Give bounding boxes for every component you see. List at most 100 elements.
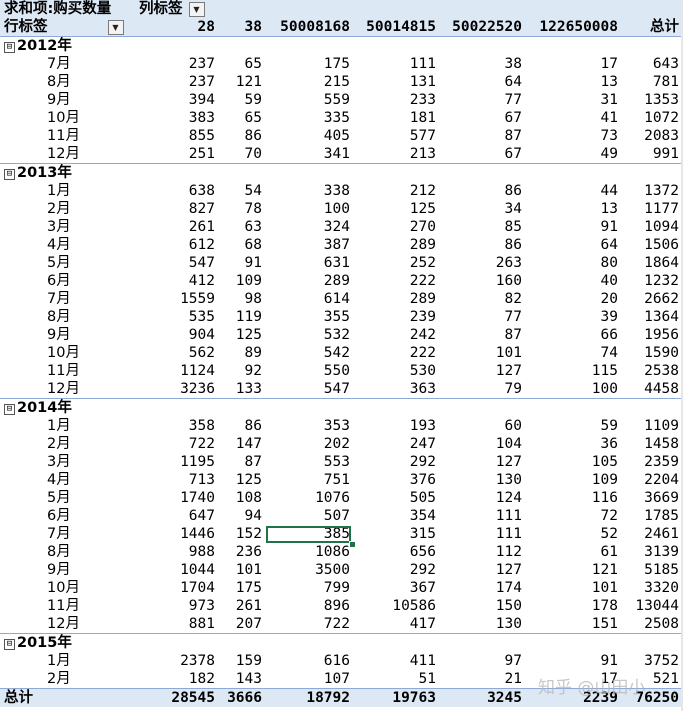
data-cell[interactable]: 263 [440,254,526,272]
data-cell[interactable]: 385 [266,525,354,543]
data-cell[interactable]: 547 [135,254,219,272]
data-cell[interactable]: 10586 [354,597,440,615]
data-cell[interactable]: 505 [354,489,440,507]
data-cell[interactable]: 3500 [266,561,354,579]
data-cell[interactable]: 131 [354,73,440,91]
month-label[interactable]: 10月 [0,344,135,362]
data-cell[interactable]: 530 [354,362,440,380]
data-cell[interactable]: 127 [440,453,526,471]
row-total-cell[interactable]: 1109 [622,417,683,435]
month-label[interactable]: 8月 [0,543,135,561]
data-cell[interactable]: 20 [526,290,622,308]
data-cell[interactable]: 72 [526,507,622,525]
grand-total-cell[interactable]: 18792 [266,688,354,707]
data-cell[interactable]: 51 [354,670,440,689]
data-cell[interactable]: 559 [266,91,354,109]
data-cell[interactable]: 17 [526,55,622,73]
data-cell[interactable]: 289 [354,236,440,254]
data-cell[interactable]: 1446 [135,525,219,543]
data-cell[interactable]: 363 [354,380,440,399]
data-cell[interactable]: 92 [219,362,266,380]
data-cell[interactable]: 535 [135,308,219,326]
collapse-toggle-icon[interactable]: ⊟ [4,404,15,415]
row-total-cell[interactable]: 2083 [622,127,683,145]
data-cell[interactable]: 150 [440,597,526,615]
data-cell[interactable]: 125 [219,471,266,489]
row-total-cell[interactable]: 1232 [622,272,683,290]
data-cell[interactable]: 13 [526,200,622,218]
data-cell[interactable]: 101 [440,344,526,362]
data-cell[interactable]: 108 [219,489,266,507]
data-cell[interactable]: 112 [440,543,526,561]
data-cell[interactable]: 358 [135,417,219,435]
row-total-cell[interactable]: 1785 [622,507,683,525]
row-total-cell[interactable]: 1864 [622,254,683,272]
data-cell[interactable]: 77 [440,91,526,109]
data-cell[interactable]: 97 [440,652,526,670]
row-total-cell[interactable]: 3669 [622,489,683,507]
row-total-cell[interactable]: 643 [622,55,683,73]
month-label[interactable]: 3月 [0,218,135,236]
data-cell[interactable]: 109 [526,471,622,489]
data-cell[interactable]: 94 [219,507,266,525]
data-cell[interactable]: 60 [440,417,526,435]
data-cell[interactable]: 36 [526,435,622,453]
month-label[interactable]: 12月 [0,615,135,634]
data-cell[interactable]: 252 [354,254,440,272]
data-cell[interactable]: 77 [440,308,526,326]
data-cell[interactable]: 207 [219,615,266,634]
column-header-cell[interactable]: 122650008 [526,18,622,37]
data-cell[interactable]: 1195 [135,453,219,471]
month-label[interactable]: 7月 [0,290,135,308]
data-cell[interactable]: 988 [135,543,219,561]
data-cell[interactable]: 86 [440,182,526,200]
data-cell[interactable]: 178 [526,597,622,615]
data-cell[interactable]: 289 [266,272,354,290]
month-label[interactable]: 12月 [0,380,135,399]
row-total-cell[interactable]: 1072 [622,109,683,127]
data-cell[interactable]: 2378 [135,652,219,670]
data-cell[interactable]: 133 [219,380,266,399]
data-cell[interactable]: 85 [440,218,526,236]
data-cell[interactable]: 215 [266,73,354,91]
data-cell[interactable]: 612 [135,236,219,254]
data-cell[interactable]: 59 [219,91,266,109]
data-cell[interactable]: 68 [219,236,266,254]
data-cell[interactable]: 1559 [135,290,219,308]
data-cell[interactable]: 507 [266,507,354,525]
data-cell[interactable]: 143 [219,670,266,689]
row-total-cell[interactable]: 1372 [622,182,683,200]
data-cell[interactable]: 376 [354,471,440,489]
month-label[interactable]: 7月 [0,525,135,543]
month-label[interactable]: 5月 [0,254,135,272]
row-total-cell[interactable]: 1956 [622,326,683,344]
data-cell[interactable]: 182 [135,670,219,689]
data-cell[interactable]: 270 [354,218,440,236]
data-cell[interactable]: 233 [354,91,440,109]
data-cell[interactable]: 86 [440,236,526,254]
data-cell[interactable]: 98 [219,290,266,308]
row-labels-header[interactable]: 行标签 ▼ [0,18,135,37]
data-cell[interactable]: 65 [219,55,266,73]
grand-total-cell[interactable]: 76250 [622,688,683,707]
row-total-cell[interactable]: 5185 [622,561,683,579]
row-total-cell[interactable]: 991 [622,145,683,164]
data-cell[interactable]: 355 [266,308,354,326]
collapse-toggle-icon[interactable]: ⊟ [4,639,15,650]
month-label[interactable]: 11月 [0,127,135,145]
data-cell[interactable]: 66 [526,326,622,344]
data-cell[interactable]: 104 [440,435,526,453]
data-cell[interactable]: 127 [440,362,526,380]
data-cell[interactable]: 417 [354,615,440,634]
column-filter-dropdown-icon[interactable]: ▼ [188,2,205,17]
data-cell[interactable]: 181 [354,109,440,127]
data-cell[interactable]: 1076 [266,489,354,507]
month-label[interactable]: 12月 [0,145,135,164]
data-cell[interactable]: 100 [266,200,354,218]
grand-total-cell[interactable]: 3245 [440,688,526,707]
data-cell[interactable]: 67 [440,145,526,164]
data-cell[interactable]: 125 [354,200,440,218]
column-labels-header[interactable]: 列标签 ▼ [135,0,266,18]
row-total-cell[interactable]: 1094 [622,218,683,236]
data-cell[interactable]: 547 [266,380,354,399]
